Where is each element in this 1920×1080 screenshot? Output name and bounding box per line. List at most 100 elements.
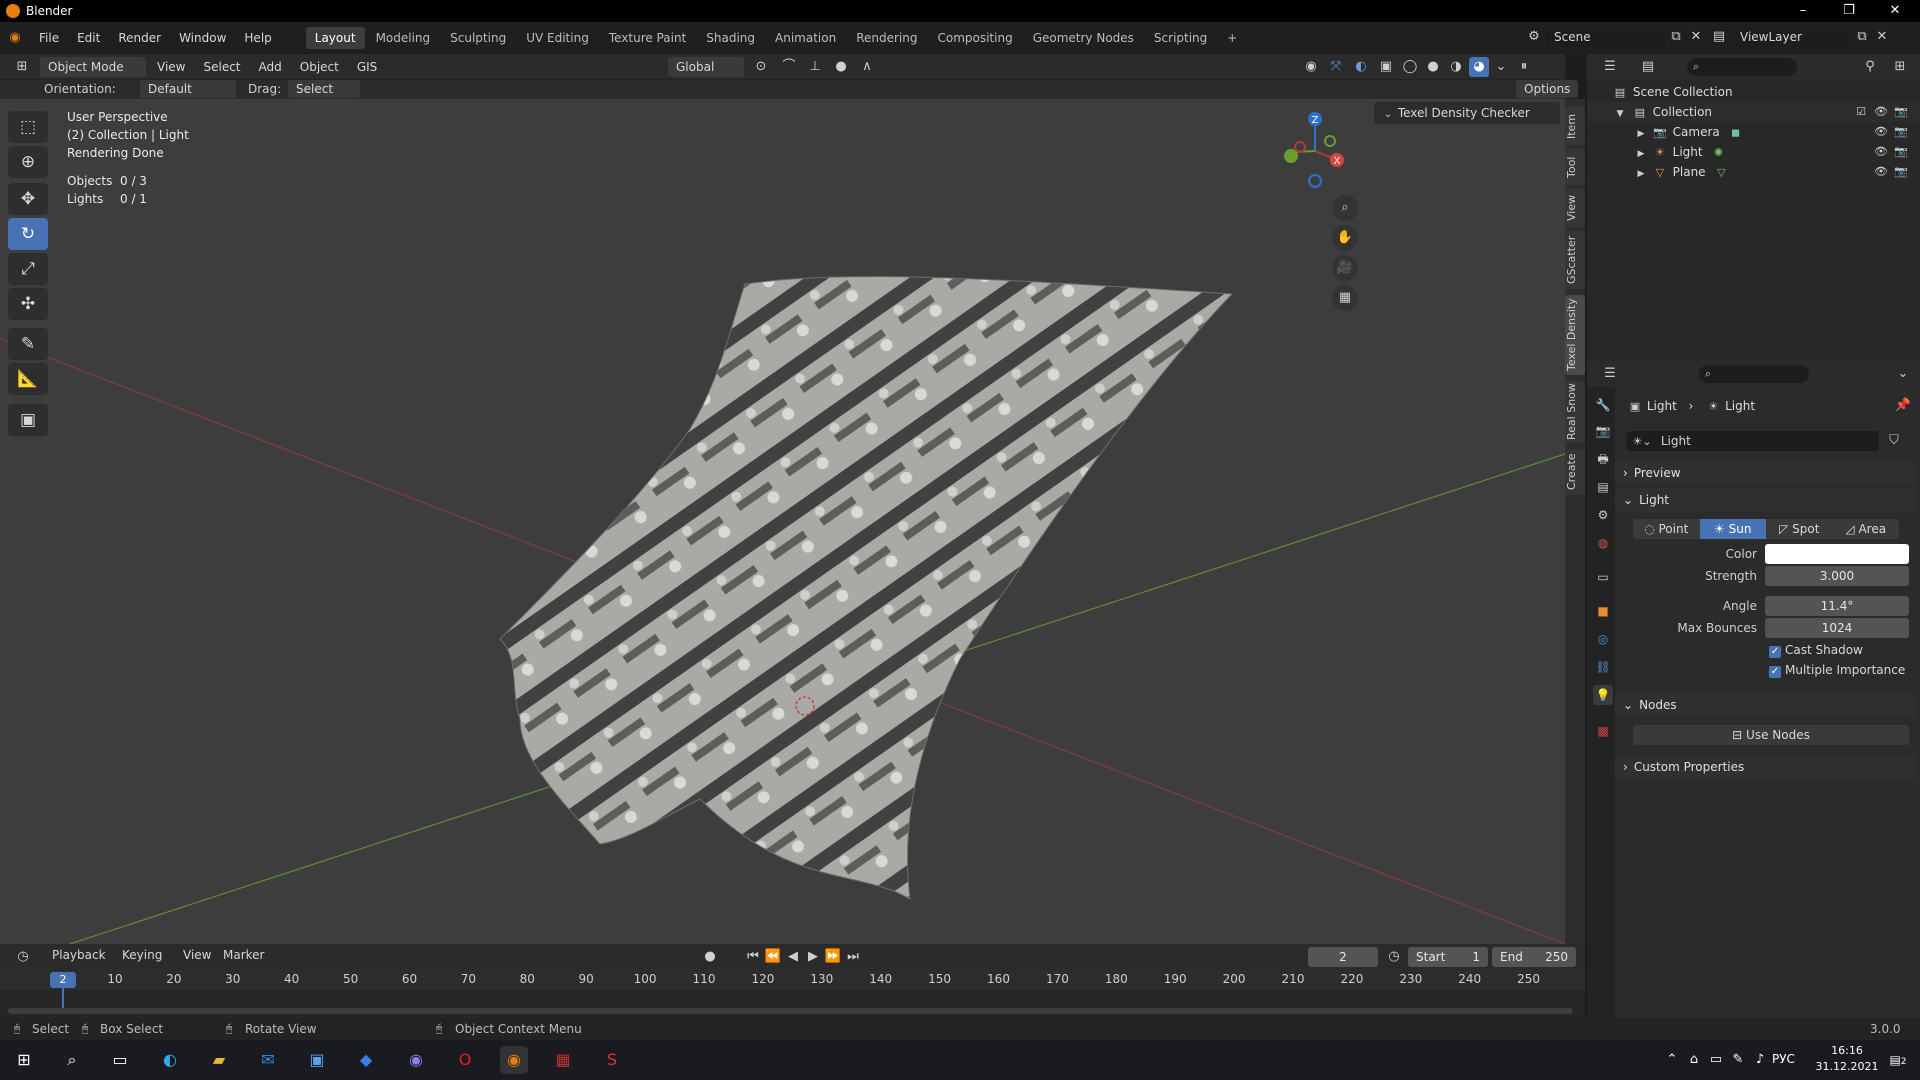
menu-file[interactable]: File — [30, 22, 68, 54]
tab-uv-editing[interactable]: UV Editing — [517, 27, 598, 49]
eye-icon[interactable]: 👁 — [1873, 102, 1889, 122]
orientation-dropdown[interactable]: Default — [140, 80, 236, 98]
snap-icon[interactable]: ⌒ — [778, 57, 800, 77]
timeline-ruler[interactable]: 10 20 30 40 50 60 70 80 90 100 110 120 130 140 150 160 1… — [0, 970, 1585, 990]
camera-data-icon[interactable]: ◼ — [1724, 123, 1748, 143]
view-layer-field[interactable]: ViewLayer — [1732, 27, 1852, 47]
panel-preview[interactable]: › Preview — [1615, 461, 1915, 485]
task-view-icon[interactable]: ▭ — [106, 1046, 134, 1074]
tab-compositing[interactable]: Compositing — [928, 27, 1021, 49]
properties-search-input[interactable]: ⌕ — [1699, 365, 1809, 383]
snap-target-icon[interactable]: ⊥ — [804, 57, 826, 77]
rotate-tool[interactable]: ↻ — [8, 218, 48, 250]
transform-orientation-dropdown[interactable]: Global — [668, 57, 744, 77]
tray-chevron-icon[interactable]: ⌃ — [1664, 1050, 1680, 1070]
wireframe-shading-icon[interactable]: ◯ — [1400, 57, 1420, 77]
datablock-name[interactable]: Light — [1661, 434, 1691, 448]
menu-view[interactable]: View — [183, 948, 211, 962]
world-tab-icon[interactable]: ◍ — [1593, 533, 1613, 553]
playhead-frame[interactable]: 2 — [50, 972, 76, 988]
material-shading-icon[interactable]: ◑ — [1446, 57, 1466, 77]
timeline-scrollbar[interactable] — [8, 1008, 1573, 1014]
outliner-collection[interactable]: ▼ ▤ Collection ☑ 👁 📷 — [1587, 102, 1920, 122]
sidebar-tab-item[interactable]: Item — [1565, 107, 1585, 145]
menu-playback[interactable]: Playback — [52, 948, 106, 962]
sidebar-tab-create[interactable]: Create — [1565, 449, 1585, 495]
add-workspace-button[interactable]: + — [1218, 27, 1246, 49]
scene-field[interactable]: Scene — [1546, 27, 1666, 47]
eye-icon[interactable]: 👁 — [1873, 162, 1889, 182]
xray-icon[interactable]: ▣ — [1375, 57, 1397, 77]
notification-center-button[interactable]: ▤2 — [1884, 1050, 1912, 1070]
view-layer-icon[interactable]: ▤ — [1706, 27, 1732, 47]
panel-light[interactable]: ⌄ Light — [1615, 488, 1915, 512]
outliner-item-light[interactable]: ▶ ☀ Light ✺ 👁 📷 — [1587, 142, 1920, 162]
panel-custom-properties[interactable]: › Custom Properties — [1615, 755, 1915, 779]
editor-type-icon[interactable]: ⊞ — [8, 57, 36, 77]
light-type-area[interactable]: ◿ Area — [1832, 519, 1899, 539]
play-icon[interactable]: ▶ — [804, 947, 822, 967]
clock[interactable]: 16:16 31.12.2021 — [1810, 1043, 1884, 1075]
color-swatch[interactable] — [1765, 544, 1909, 564]
menu-keying[interactable]: Keying — [122, 948, 162, 962]
eye-icon[interactable]: 👁 — [1873, 122, 1889, 142]
shading-options-icon[interactable]: ⌄ — [1492, 57, 1510, 77]
sidebar-tab-real-snow[interactable]: Real Snow — [1565, 381, 1585, 443]
editor-type-icon[interactable]: ☰ — [1595, 57, 1625, 77]
scene-tab-icon[interactable]: ⚙ — [1593, 505, 1613, 525]
store-icon[interactable]: ▣ — [303, 1046, 331, 1074]
solid-shading-icon[interactable]: ● — [1423, 57, 1443, 77]
expand-icon[interactable]: ▶ — [1635, 164, 1647, 184]
menu-edit[interactable]: Edit — [68, 22, 109, 54]
output-tab-icon[interactable]: 🖶 — [1593, 449, 1613, 469]
volume-icon[interactable]: ♪ — [1752, 1050, 1768, 1070]
fake-user-shield-icon[interactable]: ⛉ — [1883, 431, 1905, 451]
play-reverse-icon[interactable]: ◀ — [784, 947, 802, 967]
opera-browser-icon[interactable]: O — [451, 1046, 479, 1074]
physics-tab-icon[interactable]: ◎ — [1593, 629, 1613, 649]
render-camera-icon[interactable]: 📷 — [1893, 142, 1909, 162]
panel-nodes[interactable]: ⌄ Nodes — [1615, 693, 1915, 717]
jump-keyframe-forward-icon[interactable]: ⏩ — [824, 947, 842, 967]
tab-rendering[interactable]: Rendering — [847, 27, 926, 49]
mode-dropdown[interactable]: Object Mode — [40, 57, 146, 77]
pin-icon[interactable]: 📌 — [1893, 396, 1913, 416]
jump-keyframe-back-icon[interactable]: ⏪ — [764, 947, 782, 967]
sidebar-tab-view[interactable]: View — [1565, 189, 1585, 227]
scene-copy-icon[interactable]: ⧉ — [1666, 27, 1686, 47]
light-type-sun[interactable]: ☀ Sun — [1699, 519, 1766, 539]
archive-app-icon[interactable]: ▦ — [549, 1046, 577, 1074]
light-type-point[interactable]: ◌ Point — [1633, 519, 1700, 539]
menu-view[interactable]: View — [150, 57, 192, 77]
editor-type-icon[interactable]: ☰ — [1595, 364, 1625, 384]
mail-icon[interactable]: ✉ — [254, 1046, 282, 1074]
new-collection-icon[interactable]: ⊞ — [1887, 57, 1913, 77]
current-frame-field[interactable]: 2 — [1308, 947, 1378, 967]
display-mode-icon[interactable]: ▤ — [1633, 57, 1663, 77]
menu-marker[interactable]: Marker — [223, 948, 264, 962]
tab-texture-paint[interactable]: Texture Paint — [600, 27, 695, 49]
strength-field[interactable]: 3.000 — [1765, 566, 1909, 586]
proportional-edit-icon[interactable]: ● — [830, 57, 852, 77]
pan-hand-icon[interactable]: ✋ — [1332, 225, 1358, 251]
windows-start-icon[interactable]: ⊞ — [10, 1046, 38, 1074]
end-frame-field[interactable]: End 250 — [1492, 947, 1576, 967]
use-nodes-button[interactable]: ⊟ Use Nodes — [1633, 725, 1909, 745]
3d-viewport[interactable]: User Perspective (2) Collection | Light … — [0, 99, 1565, 944]
tab-layout[interactable]: Layout — [305, 27, 365, 49]
tool-tab-icon[interactable]: 🔧 — [1593, 395, 1613, 415]
tab-sculpting[interactable]: Sculpting — [441, 27, 515, 49]
outliner-search-input[interactable]: ⌕ — [1687, 58, 1797, 76]
cursor-tool[interactable]: ⊕ — [8, 146, 48, 178]
scale-tool[interactable]: ⤢ — [8, 253, 48, 285]
pivot-icon[interactable]: ⊙ — [748, 57, 774, 77]
mesh-data-icon[interactable]: ▽ — [1709, 163, 1733, 183]
app-icon[interactable]: ◆ — [352, 1046, 380, 1074]
menu-add[interactable]: Add — [252, 57, 289, 77]
editor-type-icon[interactable]: ◷ — [8, 947, 38, 967]
dropdown-icon[interactable]: ⌄ — [1893, 364, 1913, 384]
display-icon[interactable]: ▭ — [1708, 1050, 1724, 1070]
texel-density-panel[interactable]: ⌄ Texel Density Checker — [1374, 102, 1560, 124]
render-camera-icon[interactable]: 📷 — [1893, 102, 1909, 122]
annotate-tool[interactable]: ✎ — [8, 328, 48, 360]
